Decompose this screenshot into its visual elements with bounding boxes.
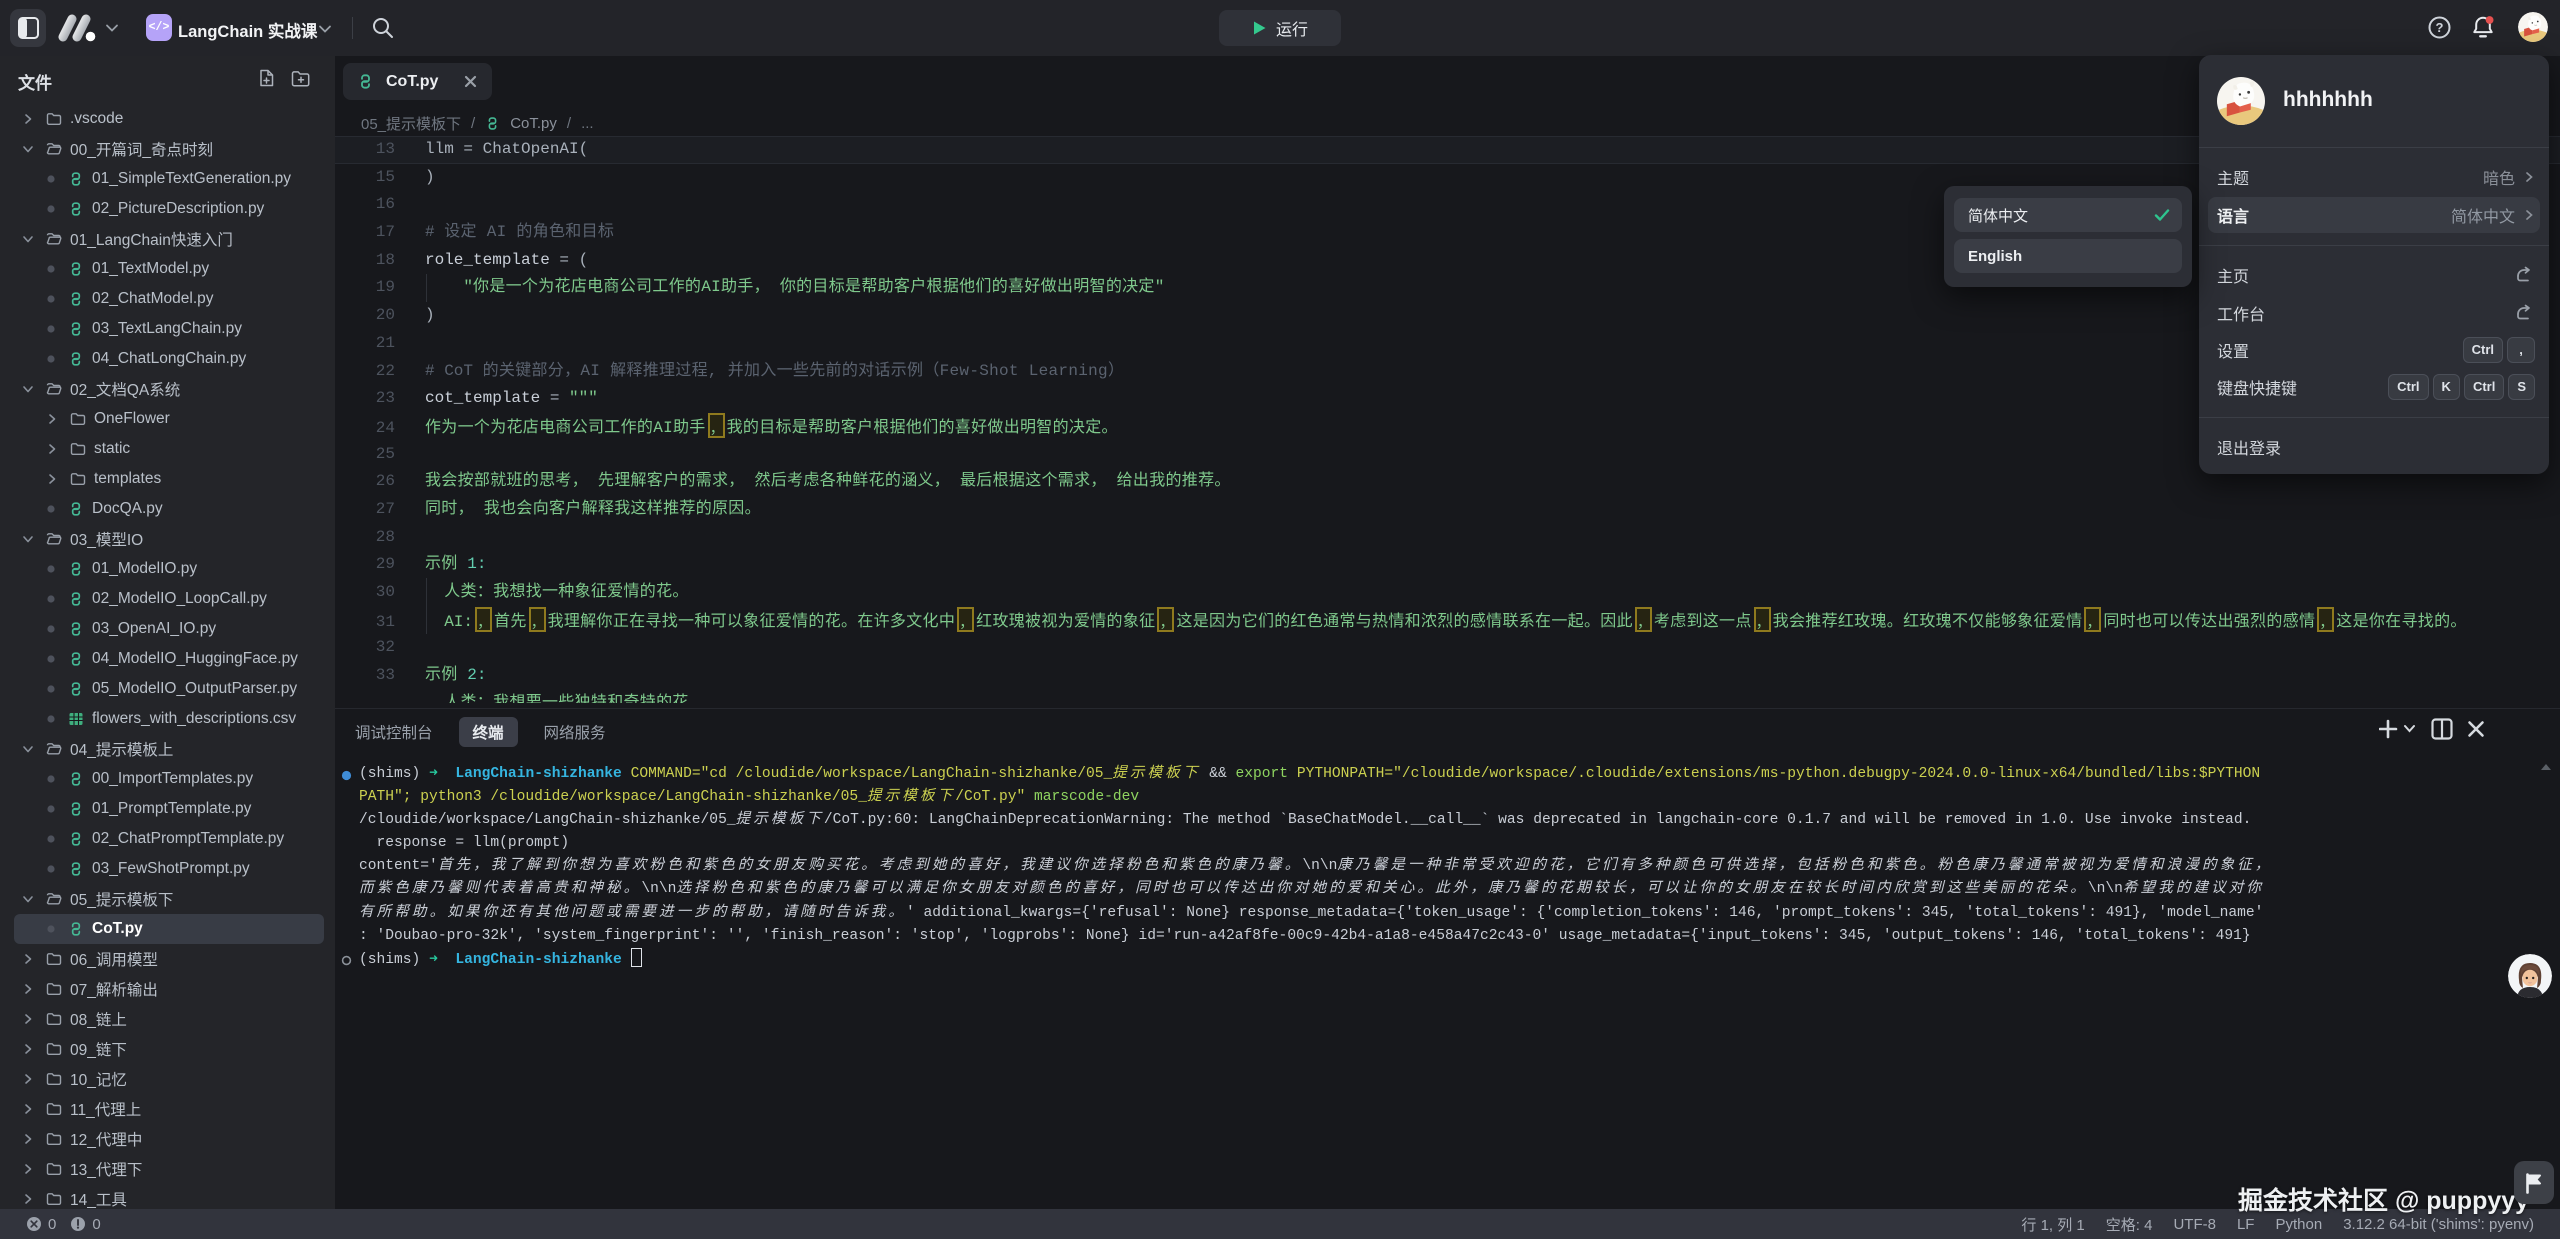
svg-text:?: ? — [2436, 20, 2444, 35]
